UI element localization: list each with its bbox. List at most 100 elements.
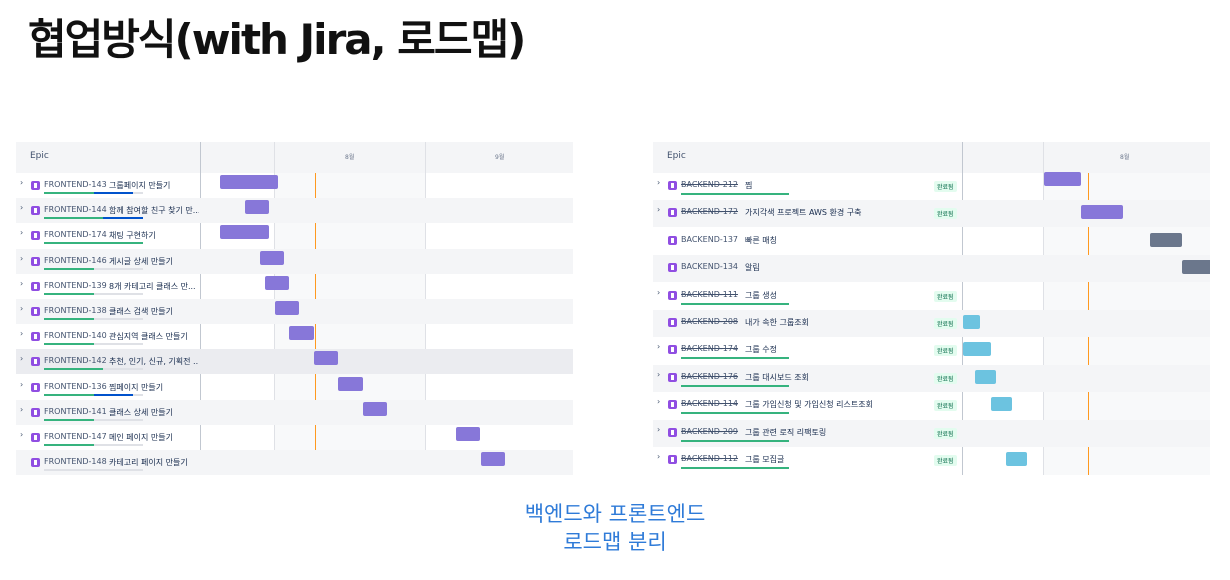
chevron-right-icon[interactable]: ›	[20, 405, 23, 414]
issue-key[interactable]: BACKEND-112	[681, 454, 738, 463]
chevron-right-icon[interactable]: ›	[657, 397, 660, 406]
issue-key[interactable]: FRONTEND-147	[44, 432, 107, 441]
timeline-bar[interactable]	[963, 342, 991, 357]
timeline-bar[interactable]	[245, 200, 269, 215]
timeline-bar[interactable]	[1150, 232, 1182, 247]
roadmap-row[interactable]: › FRONTEND-147 메인 페이지 만들기	[16, 425, 573, 450]
issue-summary[interactable]: 빠른 매칭	[745, 235, 777, 246]
timeline-bar[interactable]	[265, 275, 289, 290]
roadmap-row[interactable]: › BACKEND-176 그룹 대시보드 조회 완료됨	[653, 364, 1210, 392]
timeline-bar[interactable]	[220, 225, 269, 240]
issue-summary[interactable]: 채팅 구현하기	[109, 230, 156, 241]
issue-summary[interactable]: 그룹 모집글	[745, 454, 784, 465]
roadmap-row[interactable]: BACKEND-208 내가 속한 그룹조회 완료됨	[653, 310, 1210, 337]
issue-summary[interactable]: 가지각색 프로젝트 AWS 환경 구축	[745, 207, 862, 218]
issue-key[interactable]: FRONTEND-174	[44, 230, 107, 239]
roadmap-row[interactable]: › BACKEND-172 가지각색 프로젝트 AWS 환경 구축 완료됨	[653, 200, 1210, 228]
issue-summary[interactable]: 그룹 수정	[745, 344, 777, 355]
chevron-right-icon[interactable]: ›	[657, 425, 660, 434]
roadmap-row[interactable]: › FRONTEND-174 채팅 구현하기	[16, 223, 573, 248]
timeline-bar[interactable]	[975, 369, 996, 384]
timeline-bar[interactable]	[260, 250, 284, 265]
roadmap-row[interactable]: BACKEND-137 빠른 매칭	[653, 228, 1210, 255]
timeline-bar[interactable]	[481, 452, 505, 467]
chevron-right-icon[interactable]: ›	[20, 304, 23, 313]
issue-summary[interactable]: 클래스 검색 만들기	[109, 306, 173, 317]
roadmap-row[interactable]: › BACKEND-212 찜 완료됨	[653, 172, 1210, 200]
roadmap-row[interactable]: › FRONTEND-144 함께 참여할 친구 찾기 만...	[16, 198, 573, 224]
timeline-bar[interactable]	[275, 301, 299, 315]
issue-summary[interactable]: 카테고리 페이지 만들기	[109, 457, 188, 468]
chevron-right-icon[interactable]: ›	[657, 370, 660, 379]
timeline-bar[interactable]	[289, 326, 314, 341]
roadmap-row[interactable]: › FRONTEND-139 8개 카테고리 클래스 만...	[16, 274, 573, 299]
issue-summary[interactable]: 클래스 상세 만들기	[109, 407, 173, 418]
roadmap-row[interactable]: › BACKEND-209 그룹 관련 로직 리팩토링 완료됨	[653, 419, 1210, 447]
issue-key[interactable]: FRONTEND-139	[44, 281, 107, 290]
issue-key[interactable]: BACKEND-174	[681, 344, 738, 353]
issue-key[interactable]: FRONTEND-141	[44, 407, 107, 416]
issue-summary[interactable]: 그룹 대시보드 조회	[745, 372, 809, 383]
timeline-bar[interactable]	[991, 397, 1012, 412]
issue-key[interactable]: FRONTEND-136	[44, 382, 107, 391]
roadmap-row[interactable]: FRONTEND-148 카테고리 페이지 만들기	[16, 450, 573, 475]
timeline-bar[interactable]	[1006, 452, 1027, 466]
issue-key[interactable]: BACKEND-209	[681, 427, 738, 436]
chevron-right-icon[interactable]: ›	[20, 380, 23, 389]
roadmap-row[interactable]: › FRONTEND-140 관심지역 클래스 만들기	[16, 324, 573, 349]
issue-summary[interactable]: 그룹 가입신청 및 가입신청 리스트조회	[745, 399, 873, 410]
chevron-right-icon[interactable]: ›	[20, 203, 23, 212]
issue-key[interactable]: BACKEND-212	[681, 180, 738, 189]
timeline-bar[interactable]	[963, 315, 980, 329]
issue-key[interactable]: BACKEND-114	[681, 399, 738, 408]
chevron-right-icon[interactable]: ›	[20, 354, 23, 363]
timeline-bar[interactable]	[1081, 205, 1123, 220]
roadmap-row[interactable]: › FRONTEND-143 그룹페이지 만들기	[16, 173, 573, 198]
timeline-bar[interactable]	[338, 376, 363, 391]
issue-summary[interactable]: 내가 속한 그룹조회	[745, 317, 809, 328]
issue-summary[interactable]: 찜페이지 만들기	[109, 382, 163, 393]
timeline-bar[interactable]	[220, 175, 278, 189]
issue-key[interactable]: BACKEND-111	[681, 290, 738, 299]
issue-summary[interactable]: 메인 페이지 만들기	[109, 432, 173, 443]
roadmap-row[interactable]: › FRONTEND-141 클래스 상세 만들기	[16, 399, 573, 425]
chevron-right-icon[interactable]: ›	[657, 452, 660, 461]
timeline-bar[interactable]	[1182, 260, 1210, 275]
timeline-bar[interactable]	[314, 351, 338, 366]
roadmap-row[interactable]: › BACKEND-111 그룹 생성 완료됨	[653, 283, 1210, 310]
chevron-right-icon[interactable]: ›	[657, 288, 660, 297]
issue-key[interactable]: FRONTEND-142	[44, 356, 107, 365]
roadmap-row[interactable]: › FRONTEND-146 게시글 상세 만들기	[16, 248, 573, 274]
issue-summary[interactable]: 관심지역 클래스 만들기	[109, 331, 188, 342]
issue-summary[interactable]: 그룹 생성	[745, 290, 777, 301]
issue-key[interactable]: FRONTEND-148	[44, 457, 107, 466]
issue-key[interactable]: BACKEND-134	[681, 262, 738, 271]
issue-summary[interactable]: 8개 카테고리 클래스 만...	[109, 281, 196, 292]
issue-key[interactable]: BACKEND-137	[681, 235, 738, 244]
issue-key[interactable]: BACKEND-176	[681, 372, 738, 381]
roadmap-row[interactable]: BACKEND-134 알림	[653, 255, 1210, 283]
issue-key[interactable]: FRONTEND-143	[44, 180, 107, 189]
roadmap-row[interactable]: › BACKEND-174 그룹 수정 완료됨	[653, 337, 1210, 364]
chevron-right-icon[interactable]: ›	[20, 254, 23, 263]
roadmap-row[interactable]: › FRONTEND-138 클래스 검색 만들기	[16, 299, 573, 324]
chevron-right-icon[interactable]: ›	[20, 279, 23, 288]
chevron-right-icon[interactable]: ›	[20, 430, 23, 439]
issue-key[interactable]: FRONTEND-146	[44, 256, 107, 265]
roadmap-row[interactable]: › FRONTEND-142 추천, 인기, 신규, 기획전 ...	[16, 349, 573, 375]
roadmap-row[interactable]: › FRONTEND-136 찜페이지 만들기	[16, 375, 573, 400]
issue-key[interactable]: BACKEND-208	[681, 317, 738, 326]
timeline-bar[interactable]	[363, 401, 387, 416]
issue-summary[interactable]: 찜	[745, 180, 752, 191]
issue-key[interactable]: BACKEND-172	[681, 207, 738, 216]
issue-key[interactable]: FRONTEND-138	[44, 306, 107, 315]
roadmap-row[interactable]: › BACKEND-114 그룹 가입신청 및 가입신청 리스트조회 완료됨	[653, 392, 1210, 419]
issue-key[interactable]: FRONTEND-144	[44, 205, 107, 214]
chevron-right-icon[interactable]: ›	[657, 178, 660, 187]
chevron-right-icon[interactable]: ›	[20, 228, 23, 237]
chevron-right-icon[interactable]: ›	[20, 178, 23, 187]
issue-summary[interactable]: 알림	[745, 262, 760, 273]
issue-summary[interactable]: 함께 참여할 친구 찾기 만...	[109, 205, 199, 216]
chevron-right-icon[interactable]: ›	[20, 329, 23, 338]
chevron-right-icon[interactable]: ›	[657, 342, 660, 351]
